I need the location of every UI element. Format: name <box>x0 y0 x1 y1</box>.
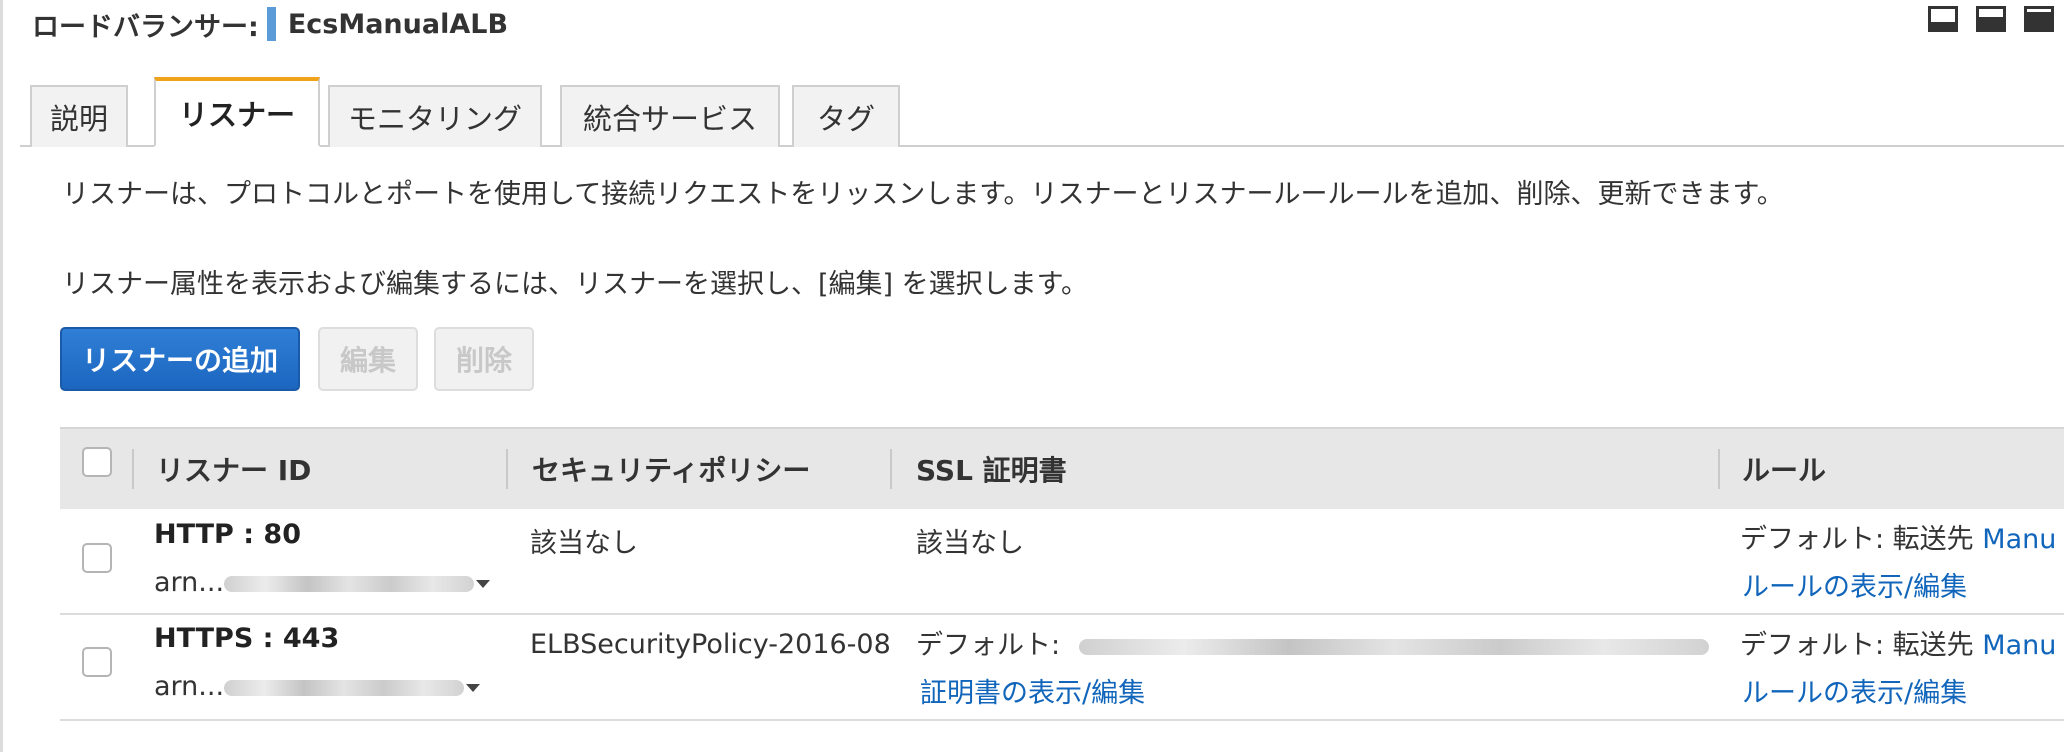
table-header: リスナー ID セキュリティポリシー SSL 証明書 ルール <box>60 427 2064 509</box>
redacted-arn <box>224 679 465 696</box>
column-header-ssl-cert[interactable]: SSL 証明書 <box>916 429 1067 509</box>
tab-description[interactable]: 説明 <box>30 85 128 147</box>
select-all-checkbox[interactable] <box>82 447 112 477</box>
view-edit-rules-link[interactable]: ルールの表示/編集 <box>1742 565 1967 604</box>
listener-arn-prefix: arn... <box>154 567 225 598</box>
row-checkbox[interactable] <box>82 647 112 677</box>
tab-integrated-services[interactable]: 統合サービス <box>560 85 780 147</box>
panel-bottom-icon[interactable] <box>1928 6 1958 32</box>
table-row[interactable]: HTTPS : 443 arn... ELBSecurityPolicy-201… <box>60 615 2064 721</box>
rule-default: デフォルト: 転送先 Manu <box>1740 517 2056 556</box>
column-divider <box>890 449 892 489</box>
page-title: ロードバランサー: EcsManualALB <box>32 4 508 44</box>
listener-arn-prefix: arn... <box>154 671 225 702</box>
chevron-down-icon <box>466 683 481 692</box>
chevron-down-icon <box>476 579 491 588</box>
column-header-rules[interactable]: ルール <box>1742 429 1826 509</box>
tab-bar: 説明 リスナー モニタリング 統合サービス タグ <box>20 77 2064 147</box>
tab-label: リスナー <box>178 98 295 132</box>
tab-label: モニタリング <box>347 102 522 136</box>
left-border <box>0 0 3 752</box>
listeners-table: リスナー ID セキュリティポリシー SSL 証明書 ルール HTTP : 80… <box>60 427 2064 721</box>
load-balancer-name: EcsManualALB <box>287 8 509 40</box>
delete-listener-button[interactable]: 削除 <box>434 327 534 391</box>
row-checkbox[interactable] <box>82 543 112 573</box>
tab-listeners[interactable]: リスナー <box>154 77 320 147</box>
ssl-cert-default-label: デフォルト: <box>916 630 1061 661</box>
tab-monitoring[interactable]: モニタリング <box>328 85 542 147</box>
view-edit-certificate-link[interactable]: 証明書の表示/編集 <box>920 671 1145 710</box>
tab-tags[interactable]: タグ <box>792 85 900 147</box>
tab-label: 統合サービス <box>582 102 757 136</box>
page-title-label: ロードバランサー: <box>32 11 259 43</box>
listener-description: リスナーは、プロトコルとポートを使用して接続リクエストをリッスンします。リスナー… <box>62 179 1784 210</box>
listener-edit-hint: リスナー属性を表示および編集するには、リスナーを選択し、[編集] を選択します。 <box>62 269 1088 300</box>
redacted-certificate-arn <box>1078 638 1709 655</box>
view-edit-rules-link[interactable]: ルールの表示/編集 <box>1742 671 1967 710</box>
security-policy-value: 該当なし <box>530 528 638 559</box>
panel-split-icon[interactable] <box>1976 6 2006 32</box>
redacted-arn <box>224 575 475 592</box>
listener-arn[interactable]: arn... <box>154 567 491 598</box>
panel-full-icon[interactable] <box>2024 6 2054 32</box>
column-header-security-policy[interactable]: セキュリティポリシー <box>532 429 810 509</box>
tab-label: 説明 <box>49 102 108 136</box>
add-listener-button[interactable]: リスナーの追加 <box>60 327 300 391</box>
column-divider <box>132 449 134 489</box>
ssl-cert-default: デフォルト: <box>916 623 1709 662</box>
target-group-link[interactable]: Manu <box>1982 524 2056 555</box>
column-divider <box>506 449 508 489</box>
ssl-cert-value: 該当なし <box>916 528 1024 559</box>
security-policy-value: ELBSecurityPolicy-2016-08 <box>530 629 891 660</box>
rule-default: デフォルト: 転送先 Manu <box>1740 623 2056 662</box>
title-accent-bar <box>266 7 276 41</box>
target-group-link[interactable]: Manu <box>1982 630 2056 661</box>
column-divider <box>1718 449 1720 489</box>
rule-default-label: デフォルト: 転送先 <box>1740 524 1974 555</box>
rule-default-label: デフォルト: 転送先 <box>1740 630 1974 661</box>
listener-protocol-port: HTTPS : 443 <box>154 623 340 654</box>
edit-listener-button[interactable]: 編集 <box>318 327 418 391</box>
table-row[interactable]: HTTP : 80 arn... 該当なし 該当なし デフォルト: 転送先 Ma… <box>60 509 2064 615</box>
panel-layout-controls <box>1928 6 2054 32</box>
column-header-listener-id[interactable]: リスナー ID <box>156 429 311 509</box>
listener-protocol-port: HTTP : 80 <box>154 519 302 550</box>
tab-label: タグ <box>816 102 875 136</box>
listener-arn[interactable]: arn... <box>154 671 481 702</box>
